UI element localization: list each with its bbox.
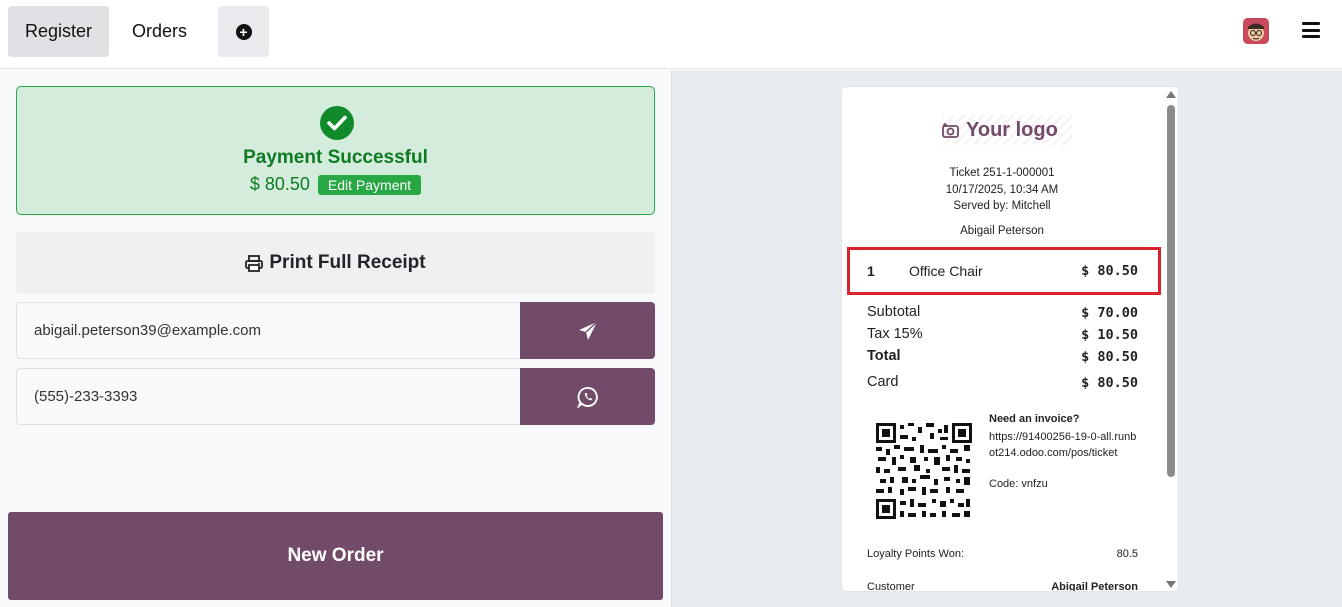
whatsapp-receipt-row: [16, 368, 655, 425]
total-label: Total: [867, 348, 901, 364]
payment-success-title: Payment Successful: [243, 147, 428, 168]
scrollbar-thumb[interactable]: [1167, 105, 1175, 477]
line-product-name: Office Chair: [909, 263, 983, 279]
check-circle-icon: [320, 106, 354, 140]
line-price: $ 80.50: [1081, 263, 1138, 279]
print-receipt-button[interactable]: Print Full Receipt: [16, 232, 655, 294]
printer-icon: [245, 254, 264, 272]
receipt-scrollbar[interactable]: [1164, 87, 1178, 591]
tax-label: Tax 15%: [867, 326, 923, 342]
scroll-down-icon[interactable]: [1166, 581, 1176, 588]
payment-method-value: $ 80.50: [1081, 375, 1138, 391]
receipt-preview[interactable]: Your logo Ticket 251-1-000001 10/17/2025…: [842, 87, 1178, 591]
payment-amount: $ 80.50: [249, 174, 310, 194]
subtotal-value: $ 70.00: [1081, 305, 1138, 321]
tax-value: $ 10.50: [1081, 327, 1138, 343]
payment-method-label: Card: [867, 374, 899, 390]
ticket-number: Ticket 251-1-000001: [949, 167, 1055, 179]
plus-circle-icon: +: [235, 23, 252, 40]
tab-orders[interactable]: Orders: [117, 6, 202, 57]
payment-amount-row: $ 80.50 Edit Payment: [17, 174, 654, 195]
avatar[interactable]: [1243, 18, 1269, 44]
total-value: $ 80.50: [1081, 349, 1138, 365]
ticket-datetime: 10/17/2025, 10:34 AM: [945, 183, 1059, 196]
camera-plus-icon: [942, 123, 959, 138]
payment-result-panel: Payment Successful $ 80.50 Edit Payment …: [0, 70, 671, 607]
invoice-code: Code: vnfzu: [989, 478, 1048, 490]
subtotal-label: Subtotal: [867, 304, 921, 320]
line-quantity: 1: [867, 263, 875, 279]
email-receipt-row: [16, 302, 655, 359]
qr-code: [876, 423, 972, 519]
logo-text: Your logo: [966, 118, 1058, 141]
scroll-up-icon[interactable]: [1166, 91, 1176, 98]
served-by: Served by: Mitchell: [953, 200, 1051, 212]
print-receipt-label: Print Full Receipt: [269, 252, 426, 273]
receipt-header-info: Ticket 251-1-000001 10/17/2025, 10:34 AM…: [842, 165, 1162, 215]
logo-placeholder: Your logo: [942, 115, 1072, 145]
send-email-button[interactable]: [520, 302, 655, 359]
invoice-url: https://91400256-19-0-all.runbot214.odoo…: [989, 431, 1137, 459]
customer-label: Customer: [867, 581, 915, 591]
paper-plane-icon: [578, 320, 597, 340]
loyalty-label: Loyalty Points Won:: [867, 548, 965, 560]
email-field[interactable]: [16, 302, 520, 359]
whatsapp-icon: [576, 386, 598, 408]
receipt-customer-name: Abigail Peterson: [960, 225, 1044, 237]
invoice-title: Need an invoice?: [989, 413, 1080, 425]
edit-payment-button[interactable]: Edit Payment: [317, 174, 422, 195]
customer-value: Abigail Peterson: [1051, 581, 1138, 591]
new-order-button[interactable]: New Order: [8, 512, 663, 600]
send-whatsapp-button[interactable]: [520, 368, 655, 425]
top-navbar: Register Orders +: [0, 0, 1342, 69]
receipt-preview-panel: Your logo Ticket 251-1-000001 10/17/2025…: [671, 70, 1342, 607]
new-order-tab-button[interactable]: +: [218, 6, 269, 57]
tab-register[interactable]: Register: [8, 6, 109, 57]
payment-success-banner: Payment Successful $ 80.50 Edit Payment: [16, 86, 655, 215]
hamburger-icon[interactable]: [1302, 22, 1320, 38]
phone-field[interactable]: [16, 368, 520, 425]
loyalty-value: 80.5: [1116, 548, 1138, 560]
